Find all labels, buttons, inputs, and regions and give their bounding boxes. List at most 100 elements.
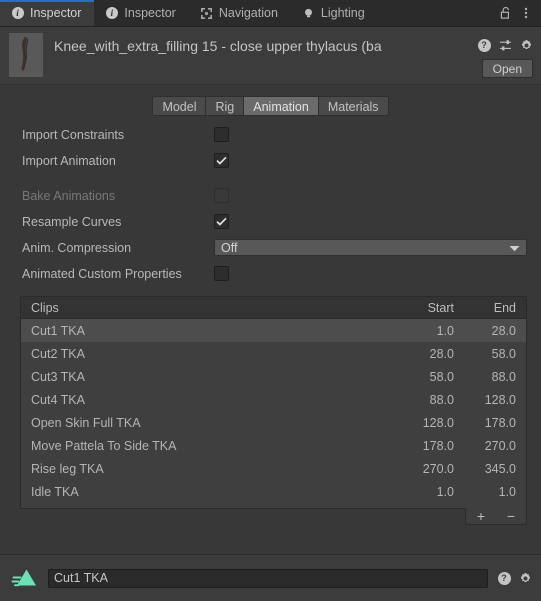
gear-icon[interactable]	[517, 35, 535, 55]
property-row-animated-custom-properties: Animated Custom Properties	[0, 264, 533, 283]
animated-custom-properties-checkbox[interactable]	[214, 266, 229, 281]
property-label: Import Constraints	[22, 127, 125, 142]
tab-navigation[interactable]: Navigation	[188, 0, 291, 26]
clip-end: 178.0	[484, 415, 516, 430]
property-label: Resample Curves	[22, 214, 122, 229]
clip-end: 345.0	[484, 461, 516, 476]
info-icon: i	[105, 7, 118, 20]
animation-clip-icon	[10, 563, 42, 593]
property-row-bake-animations: Bake Animations	[0, 186, 533, 205]
clip-start: 28.0	[429, 346, 454, 361]
table-row[interactable]: Move Pattela To Side TKA 178.0 270.0	[21, 434, 526, 457]
lock-icon[interactable]	[497, 3, 515, 23]
clip-name: Cut4 TKA	[31, 392, 85, 407]
clip-end: 58.0	[491, 346, 516, 361]
preset-sliders-icon[interactable]	[496, 35, 514, 55]
tab-inspector-2[interactable]: i Inspector	[94, 0, 189, 26]
clips-table-header: Clips Start End	[21, 297, 526, 319]
lightbulb-icon	[302, 7, 315, 20]
tab-rig[interactable]: Rig	[205, 96, 244, 116]
clip-end: 270.0	[484, 438, 516, 453]
table-row[interactable]: Cut4 TKA 88.0 128.0	[21, 388, 526, 411]
table-row[interactable]: Cut3 TKA 58.0 88.0	[21, 365, 526, 388]
property-label: Bake Animations	[22, 188, 116, 203]
clip-start: 178.0	[422, 438, 454, 453]
clip-name: Idle TKA	[31, 484, 79, 499]
tab-label: Inspector	[30, 6, 82, 20]
info-icon: i	[11, 7, 24, 20]
column-header-start: Start	[427, 300, 454, 315]
property-row-import-animation: Import Animation	[0, 151, 533, 170]
property-label: Anim. Compression	[22, 240, 132, 255]
asset-title: Knee_with_extra_filling 15 - close upper…	[54, 38, 382, 54]
clip-editor-bar: ?	[0, 554, 541, 601]
open-button[interactable]: Open	[481, 59, 533, 78]
clip-start: 1.0	[436, 323, 454, 338]
importer-tab-group: Model Rig Animation Materials	[0, 85, 541, 125]
tab-materials[interactable]: Materials	[317, 96, 389, 116]
tab-bar-controls	[497, 0, 541, 26]
tab-label: Inspector	[124, 6, 176, 20]
asset-thumbnail	[9, 33, 43, 77]
inspector-window: i Inspector i Inspector Navigation Light…	[0, 0, 541, 601]
check-icon	[216, 156, 227, 165]
clip-end: 1.0	[498, 484, 516, 499]
property-label: Animated Custom Properties	[22, 266, 182, 281]
clip-start: 270.0	[422, 461, 454, 476]
clip-start: 1.0	[436, 484, 454, 499]
help-icon[interactable]: ?	[475, 35, 493, 55]
clip-name: Move Pattela To Side TKA	[31, 438, 177, 453]
property-row-import-constraints: Import Constraints	[0, 125, 533, 144]
property-label: Import Animation	[22, 153, 116, 168]
import-constraints-checkbox[interactable]	[214, 127, 229, 142]
clip-name: Open Skin Full TKA	[31, 415, 141, 430]
property-row-anim-compression: Anim. Compression Off	[0, 238, 533, 257]
table-row[interactable]: Open Skin Full TKA 128.0 178.0	[21, 411, 526, 434]
tab-model[interactable]: Model	[152, 96, 206, 116]
asset-header-icons: ?	[475, 35, 535, 55]
clip-editor-icons: ?	[495, 568, 534, 588]
tab-label: Lighting	[320, 6, 365, 20]
tab-lighting[interactable]: Lighting	[290, 0, 378, 26]
asset-header: Knee_with_extra_filling 15 - close upper…	[0, 27, 541, 85]
table-row[interactable]: Cut1 TKA 1.0 28.0	[21, 319, 526, 342]
anim-compression-dropdown[interactable]: Off	[214, 239, 527, 256]
add-clip-button[interactable]: +	[466, 508, 496, 524]
table-row[interactable]: Idle TKA 1.0 1.0	[21, 480, 526, 503]
clips-table-padding	[21, 503, 526, 508]
bake-animations-checkbox	[214, 188, 229, 203]
import-animation-checkbox[interactable]	[214, 153, 229, 168]
column-header-end: End	[493, 300, 516, 315]
dropdown-value: Off	[221, 240, 238, 255]
clip-name: Rise leg TKA	[31, 461, 104, 476]
clips-table: Clips Start End Cut1 TKA 1.0 28.0 Cut2 T…	[20, 296, 527, 525]
resample-curves-checkbox[interactable]	[214, 214, 229, 229]
navigation-icon	[200, 7, 213, 20]
animation-properties: Import Constraints Import Animation Bake…	[0, 125, 541, 283]
clips-table-toolbar: + −	[465, 508, 527, 525]
column-header-clips: Clips	[31, 300, 59, 315]
tab-animation[interactable]: Animation	[243, 96, 318, 116]
clip-name: Cut3 TKA	[31, 369, 85, 384]
help-icon[interactable]: ?	[495, 568, 513, 588]
table-row[interactable]: Cut2 TKA 28.0 58.0	[21, 342, 526, 365]
window-tab-bar: i Inspector i Inspector Navigation Light…	[0, 0, 541, 27]
check-icon	[216, 217, 227, 226]
gear-icon[interactable]	[516, 568, 534, 588]
clip-end: 88.0	[491, 369, 516, 384]
clip-end: 28.0	[491, 323, 516, 338]
clip-start: 88.0	[429, 392, 454, 407]
clip-name: Cut1 TKA	[31, 323, 85, 338]
clip-end: 128.0	[484, 392, 516, 407]
chevron-down-icon	[509, 241, 520, 255]
clip-name: Cut2 TKA	[31, 346, 85, 361]
tab-label: Navigation	[218, 6, 278, 20]
clip-start: 128.0	[422, 415, 454, 430]
clip-start: 58.0	[429, 369, 454, 384]
kebab-menu-icon[interactable]	[517, 3, 535, 23]
remove-clip-button[interactable]: −	[496, 508, 526, 524]
clip-name-input[interactable]	[48, 568, 488, 588]
property-row-resample-curves: Resample Curves	[0, 212, 533, 231]
table-row[interactable]: Rise leg TKA 270.0 345.0	[21, 457, 526, 480]
tab-inspector-1[interactable]: i Inspector	[0, 0, 95, 26]
